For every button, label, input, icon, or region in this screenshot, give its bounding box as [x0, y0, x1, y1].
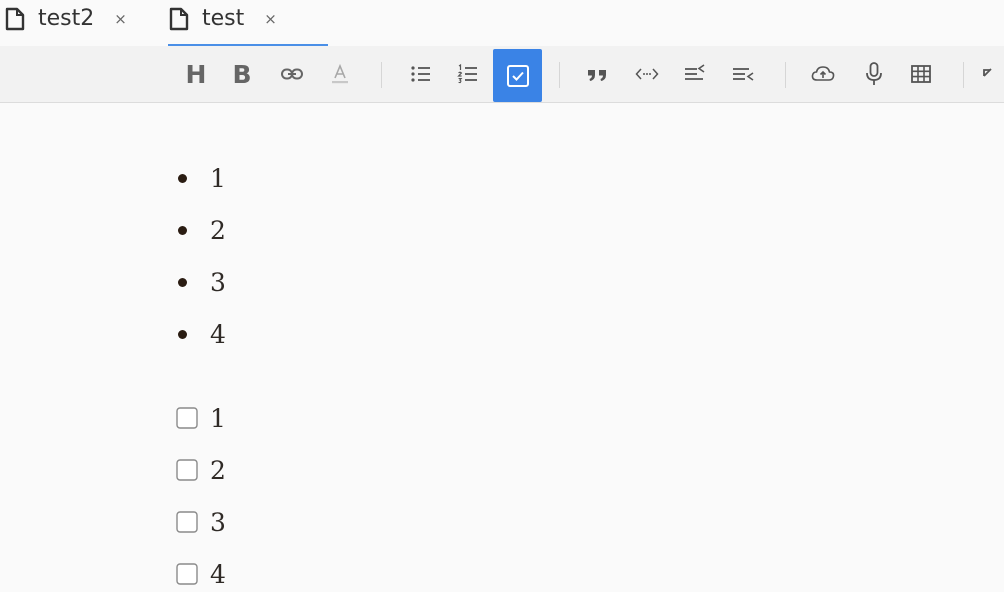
checklist-item-text: 1: [210, 403, 226, 433]
heading-icon: H: [185, 59, 207, 89]
checkbox[interactable]: [176, 511, 198, 533]
checklist-item[interactable]: 1: [176, 398, 226, 438]
checkbox[interactable]: [176, 459, 198, 481]
tab-label: test2: [38, 5, 95, 31]
quote-icon: [588, 70, 606, 81]
checklist-item[interactable]: 4: [176, 554, 226, 592]
tab-test2[interactable]: test2 ×: [4, 0, 152, 46]
voice-input-button[interactable]: [854, 52, 894, 96]
checkbox[interactable]: [176, 563, 198, 585]
editor-toolbar: H B: [0, 46, 1004, 103]
table-button[interactable]: [901, 52, 941, 96]
list-item-text: 3: [210, 267, 226, 297]
undo-button[interactable]: [980, 52, 1004, 96]
list-item[interactable]: 3: [176, 262, 226, 302]
tab-test[interactable]: test ×: [168, 0, 328, 46]
checklist-button[interactable]: [493, 49, 542, 102]
tab-bar: test2 × test ×: [0, 0, 1004, 46]
microphone-icon: [866, 62, 882, 85]
link-icon: [281, 68, 303, 80]
list-item-text: 2: [210, 215, 226, 245]
document-icon: [5, 7, 25, 31]
link-button[interactable]: [272, 52, 312, 96]
toolbar-separator: [559, 62, 560, 88]
checklist-icon: [506, 64, 529, 87]
outdent-icon: [685, 64, 705, 80]
list-item[interactable]: 4: [176, 314, 226, 354]
list-item[interactable]: 2: [176, 210, 226, 250]
checklist-item[interactable]: 2: [176, 450, 226, 490]
toolbar-separator: [381, 62, 382, 88]
close-icon[interactable]: ×: [114, 11, 127, 27]
list-item[interactable]: 1: [176, 158, 226, 198]
quote-button[interactable]: [578, 52, 618, 96]
bullet-icon: [178, 277, 187, 287]
table-icon: [911, 65, 931, 83]
undo-icon: [983, 68, 992, 77]
bullet-list-icon: [411, 66, 430, 82]
numbered-list-button[interactable]: [448, 52, 488, 96]
list-item-text: 4: [210, 319, 226, 349]
toolbar-separator: [785, 62, 786, 88]
outdent-button[interactable]: [675, 52, 715, 96]
code-button[interactable]: [627, 52, 667, 96]
indent-button[interactable]: [723, 52, 763, 96]
toolbar-separator: [963, 62, 964, 88]
bullet-icon: [178, 173, 187, 183]
text-color-button[interactable]: [320, 52, 360, 96]
checklist-item-text: 4: [210, 559, 226, 589]
app-window: test2 × test × H B 1 2 3 4 1 2 3 4: [0, 0, 1004, 592]
tab-label: test: [202, 5, 245, 31]
document-icon: [169, 7, 189, 31]
bullet-icon: [178, 225, 187, 235]
close-icon[interactable]: ×: [264, 11, 277, 27]
checklist-item-text: 3: [210, 507, 226, 537]
upload-icon: [811, 66, 835, 81]
heading-button[interactable]: H: [176, 52, 216, 96]
checklist-item[interactable]: 3: [176, 502, 226, 542]
indent-icon: [733, 68, 754, 81]
bold-icon: B: [232, 59, 252, 89]
list-item-text: 1: [210, 163, 226, 193]
editor-content[interactable]: 1 2 3 4 1 2 3 4: [0, 103, 1004, 592]
bullet-icon: [178, 329, 187, 339]
numbered-list-icon: [457, 63, 477, 84]
code-icon: [635, 68, 659, 80]
checklist-item-text: 2: [210, 455, 226, 485]
bullet-list-button[interactable]: [401, 52, 441, 96]
text-color-icon: [332, 63, 348, 84]
bold-button[interactable]: B: [222, 52, 262, 96]
checkbox[interactable]: [176, 407, 198, 429]
upload-button[interactable]: [803, 52, 843, 96]
